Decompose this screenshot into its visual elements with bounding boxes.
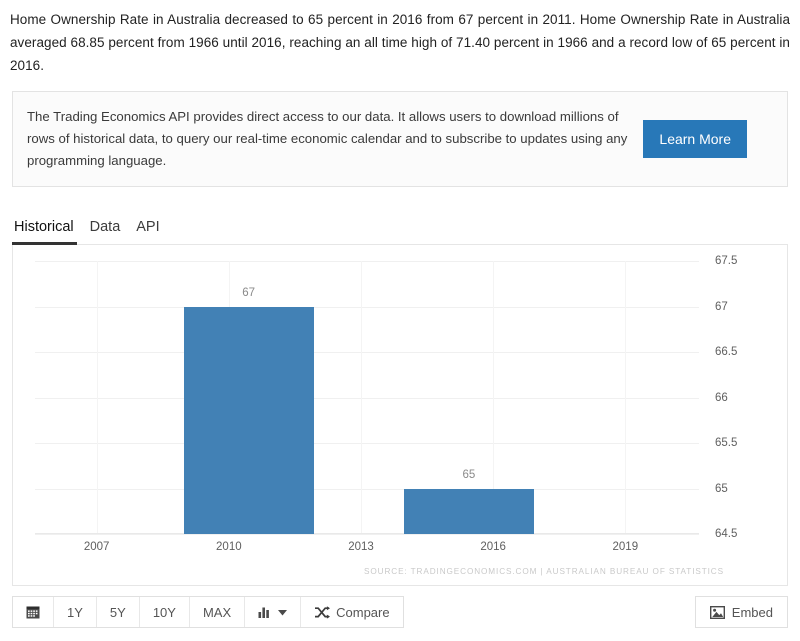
- bar-chart-icon: [258, 606, 272, 618]
- y-axis-tick-label: 66: [715, 391, 728, 404]
- chart-source-attribution: SOURCE: TRADINGECONOMICS.COM | AUSTRALIA…: [364, 567, 724, 576]
- y-axis-tick-label: 66.5: [715, 346, 738, 358]
- embed-label: Embed: [731, 604, 773, 620]
- tab-api[interactable]: API: [134, 219, 173, 244]
- range-10y-label: 10Y: [152, 604, 176, 620]
- y-axis-tick-label: 65: [715, 482, 728, 495]
- chart-type-dropdown-button[interactable]: [245, 597, 302, 627]
- gridline-horizontal: [35, 534, 699, 535]
- compare-label: Compare: [336, 604, 390, 620]
- range-max-button[interactable]: MAX: [189, 597, 246, 627]
- range-10y-button[interactable]: 10Y: [139, 597, 190, 627]
- x-axis-tick-label: 2019: [612, 541, 639, 553]
- range-1y-label: 1Y: [67, 604, 83, 620]
- range-max-label: MAX: [202, 604, 232, 620]
- x-axis-line: [35, 533, 699, 534]
- range-5y-label: 5Y: [109, 604, 126, 620]
- chevron-down-icon: [278, 609, 288, 616]
- chart-bar[interactable]: [403, 488, 534, 534]
- api-promo-text: The Trading Economics API provides direc…: [27, 109, 628, 168]
- calendar-icon: [26, 605, 40, 619]
- gridline-vertical: [625, 261, 627, 534]
- y-axis-tick-label: 67: [715, 300, 728, 313]
- y-axis-tick-label: 64.5: [715, 528, 738, 540]
- gridline-horizontal: [35, 306, 699, 308]
- chart-bar[interactable]: [183, 306, 314, 534]
- learn-more-button[interactable]: Learn More: [643, 120, 747, 158]
- gridline-horizontal: [35, 352, 699, 353]
- x-axis-labels: 2007 2010 2013 2016 2019: [35, 541, 687, 557]
- y-axis-tick-label: 65.5: [715, 437, 738, 449]
- gridline-vertical: [361, 261, 362, 534]
- y-axis-tick-label: 67.5: [715, 255, 738, 267]
- chart-toolbar: 1Y 5Y 10Y MAX Compare Embed: [12, 596, 788, 628]
- shuffle-icon: [314, 605, 331, 619]
- bar-value-label: 65: [462, 468, 476, 481]
- tab-historical[interactable]: Historical: [12, 219, 88, 245]
- summary-paragraph: Home Ownership Rate in Australia decreas…: [10, 12, 790, 73]
- chart-panel: 67 65 67.5 67 66.5 66 65.5 65 64.5 2007 2010 2013…: [12, 245, 788, 586]
- x-axis-tick-label: 2016: [480, 541, 506, 553]
- compare-button[interactable]: Compare: [301, 597, 403, 627]
- chart-tabs: Historical Data API: [12, 211, 788, 245]
- api-promo-box: The Trading Economics API provides direc…: [12, 91, 788, 187]
- chart-plot-area[interactable]: 67 65: [35, 261, 699, 535]
- gridline-horizontal: [35, 443, 699, 444]
- range-5y-button[interactable]: 5Y: [96, 597, 140, 627]
- x-axis-tick-label: 2013: [348, 541, 374, 553]
- embed-group: Embed: [694, 596, 788, 628]
- date-range-picker-button[interactable]: [13, 597, 54, 627]
- gridline-vertical: [96, 261, 98, 534]
- gridline-horizontal: [35, 261, 699, 262]
- bar-value-label: 67: [242, 286, 256, 299]
- gridline-horizontal: [35, 488, 699, 490]
- tab-data[interactable]: Data: [88, 219, 135, 244]
- embed-button[interactable]: Embed: [695, 597, 787, 627]
- x-axis-tick-label: 2007: [83, 541, 110, 553]
- chart-controls-group: 1Y 5Y 10Y MAX Compare: [12, 596, 404, 628]
- range-1y-button[interactable]: 1Y: [54, 597, 97, 627]
- y-axis-labels: 67.5 67 66.5 66 65.5 65 64.5: [689, 255, 787, 540]
- gridline-horizontal: [35, 397, 699, 399]
- image-icon: [709, 605, 725, 619]
- x-axis-tick-label: 2010: [216, 541, 242, 553]
